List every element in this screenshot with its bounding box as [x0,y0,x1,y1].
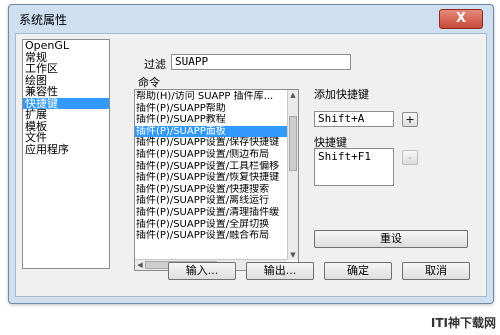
add-shortcut-input[interactable]: Shift+A [314,111,394,127]
command-item[interactable]: 插件(P)/SUAPP设置/清理插件缓 [135,207,287,219]
command-item[interactable]: 插件(P)/SUAPP设置/保存快捷键 [135,137,287,149]
command-item[interactable]: 插件(P)/SUAPP设置/工具栏偏移 [135,161,287,173]
close-button[interactable]: X [439,9,483,29]
filter-label: 过滤 [144,58,166,71]
scroll-left-arrow-icon[interactable]: ◀ [136,261,144,269]
command-item[interactable]: 插件(P)/SUAPP设置/全屏切换 [135,219,287,231]
reset-button[interactable]: 重设 [314,230,468,248]
export-button[interactable]: 输出... [246,262,314,280]
remove-shortcut-button[interactable]: - [402,150,418,165]
system-properties-window: 系统属性 X OpenGL 常规 工作区 绘图 兼容性 快捷键 扩展 模板 文件 应用程序 过滤 … [8,4,494,304]
add-shortcut-button[interactable]: + [402,112,418,127]
command-item[interactable]: 帮助(H)/访问 SUAPP 插件库... [135,91,287,103]
command-item[interactable]: 插件(P)/SUAPP设置/侧边布局 [135,149,287,161]
command-item[interactable]: 插件(P)/SUAPP设置/离线运行 [135,195,287,207]
cancel-button[interactable]: 取消 [402,262,470,280]
category-item[interactable]: 扩展 [23,109,109,121]
category-item[interactable]: OpenGL [23,40,109,52]
category-item[interactable]: 应用程序 [23,143,109,156]
command-item[interactable]: 插件(P)/SUAPP面板 [135,125,287,138]
command-item[interactable]: 插件(P)/SUAPP设置/快捷搜索 [135,184,287,196]
category-item[interactable]: 兼容性 [23,86,109,98]
title-bar[interactable]: 系统属性 X [9,5,493,31]
category-item[interactable]: 文件 [23,132,109,144]
import-button[interactable]: 输入... [168,262,236,280]
command-list[interactable]: 帮助(H)/访问 SUAPP 插件库... 插件(P)/SUAPP帮助 插件(P)/… [134,89,299,271]
scroll-up-arrow-icon[interactable]: ▲ [289,91,297,99]
scroll-down-arrow-icon[interactable]: ▼ [289,251,297,259]
category-item[interactable]: 工作区 [23,63,109,75]
command-item[interactable]: 插件(P)/SUAPP设置/恢复快捷键 [135,172,287,184]
category-list[interactable]: OpenGL 常规 工作区 绘图 兼容性 快捷键 扩展 模板 文件 应用程序 [22,39,110,269]
shortcut-list[interactable]: Shift+F1 [314,148,394,186]
filter-input[interactable]: SUAPP [171,54,351,70]
window-title: 系统属性 [19,13,68,27]
commands-label: 命令 [138,76,160,89]
command-items: 帮助(H)/访问 SUAPP 插件库... 插件(P)/SUAPP帮助 插件(P)/… [135,91,287,242]
ok-button[interactable]: 确定 [324,262,392,280]
site-watermark: ITI神下载网 [430,316,496,330]
command-item[interactable]: 插件(P)/SUAPP教程 [135,114,287,126]
command-item[interactable]: 插件(P)/SUAPP帮助 [135,103,287,115]
vertical-scroll-thumb[interactable] [289,116,297,171]
add-shortcut-label: 添加快捷键 [314,88,369,101]
command-list-vertical-scrollbar[interactable]: ▲ ▼ [287,90,298,260]
dialog-body: OpenGL 常规 工作区 绘图 兼容性 快捷键 扩展 模板 文件 应用程序 过滤 SUAPP 命… [15,33,487,297]
command-item[interactable]: 插件(P)/SUAPP设置/融合布局 [135,230,287,242]
